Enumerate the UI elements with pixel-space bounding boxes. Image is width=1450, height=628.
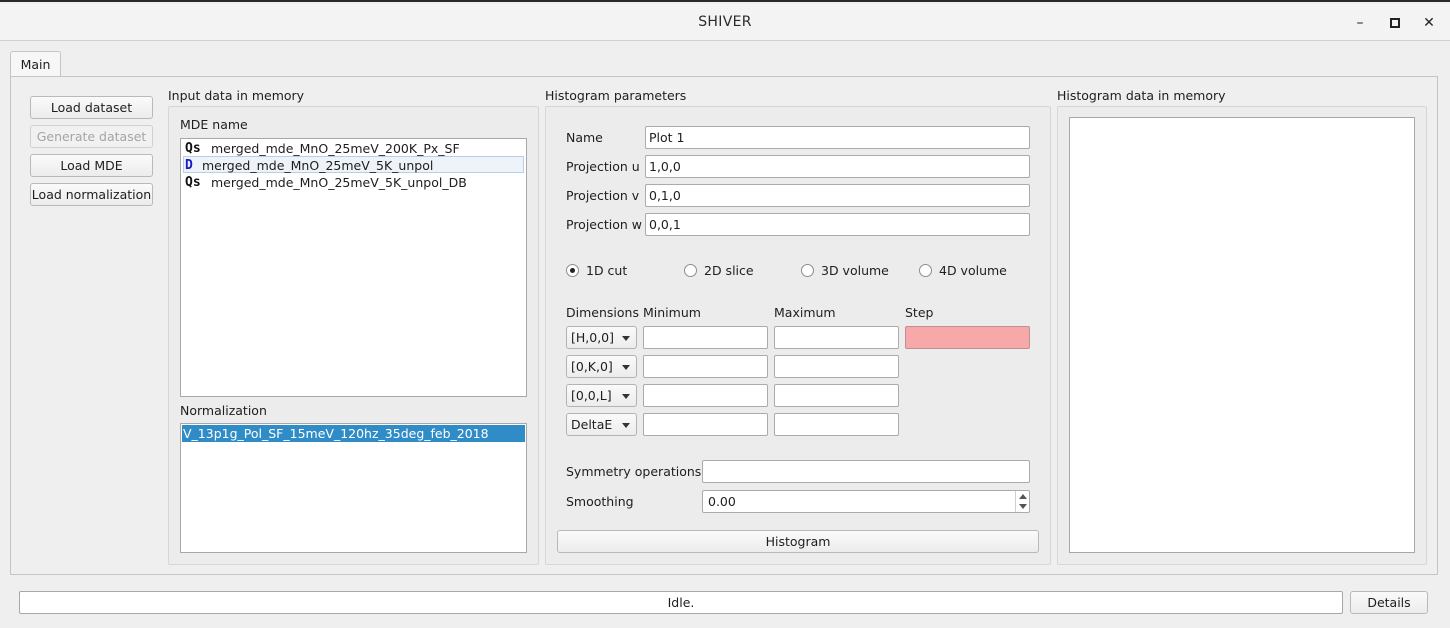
radio-3d-volume[interactable] [801,264,814,277]
radio-3d-volume-label[interactable]: 3D volume [821,263,889,278]
title-bar: SHIVER – ✕ [0,4,1450,41]
mde-list-item[interactable]: Qs merged_mde_MnO_25meV_200K_Px_SF [183,140,524,157]
histogram-data-title: Histogram data in memory [1057,88,1226,103]
projection-v-label: Projection v [566,188,640,203]
load-mde-button[interactable]: Load MDE [30,154,153,177]
mde-item-label: merged_mde_MnO_25meV_5K_unpol_DB [211,175,467,190]
dimension-1-max-field[interactable] [774,326,899,349]
dimension-1-value: [H,0,0] [571,330,615,345]
step-header: Step [905,305,934,320]
dimensions-header: Dimensions [566,305,639,320]
mde-name-label: MDE name [180,117,248,132]
histogram-data-list[interactable] [1069,117,1415,553]
normalization-item-label: V_13p1g_Pol_SF_15meV_120hz_35deg_feb_201… [183,426,489,441]
window-title: SHIVER [698,14,752,30]
dimension-2-value: [0,K,0] [571,359,613,374]
dimension-4-max-field[interactable] [774,413,899,436]
dimension-4-select[interactable]: DeltaE [566,413,637,436]
dimension-2-select[interactable]: [0,K,0] [566,355,637,378]
chevron-down-icon [622,336,630,341]
chevron-down-icon [622,394,630,399]
symmetry-operations-label: Symmetry operations [566,464,702,479]
dimension-4-value: DeltaE [571,417,613,432]
radio-4d-volume[interactable] [919,264,932,277]
dimension-3-select[interactable]: [0,0,L] [566,384,637,407]
projection-u-field[interactable]: 1,0,0 [645,155,1030,178]
chevron-down-icon [622,423,630,428]
radio-4d-volume-label[interactable]: 4D volume [939,263,1007,278]
dimension-4-min-field[interactable] [643,413,768,436]
spin-down-icon[interactable] [1019,504,1027,509]
radio-1d-cut-label[interactable]: 1D cut [586,263,627,278]
symmetry-operations-field[interactable] [702,460,1030,483]
main-window: SHIVER – ✕ Main Load dataset Generate da… [0,0,1450,628]
spin-up-icon[interactable] [1019,494,1027,499]
smoothing-label: Smoothing [566,494,634,509]
dimension-1-select[interactable]: [H,0,0] [566,326,637,349]
minimize-icon[interactable]: – [1349,12,1371,34]
tab-main[interactable]: Main [10,51,61,77]
projection-u-label: Projection u [566,159,640,174]
qs-workspace-icon: Qs [185,141,201,156]
mde-item-label: merged_mde_MnO_25meV_200K_Px_SF [211,141,460,156]
normalization-label: Normalization [180,403,267,418]
radio-1d-cut[interactable] [566,264,579,277]
name-label: Name [566,130,603,145]
load-dataset-button[interactable]: Load dataset [30,96,153,119]
mde-list[interactable]: Qs merged_mde_MnO_25meV_200K_Px_SF D mer… [180,138,527,397]
smoothing-value: 0.00 [708,494,736,509]
maximize-icon[interactable] [1384,12,1406,34]
details-button[interactable]: Details [1350,591,1428,614]
mde-list-item[interactable]: Qs merged_mde_MnO_25meV_5K_unpol_DB [183,174,524,191]
dimension-3-min-field[interactable] [643,384,768,407]
radio-2d-slice-label[interactable]: 2D slice [704,263,754,278]
data-workspace-icon: D [185,158,193,173]
status-bar: Idle. [19,591,1343,614]
dimension-3-max-field[interactable] [774,384,899,407]
dimension-2-min-field[interactable] [643,355,768,378]
histogram-parameters-title: Histogram parameters [545,88,687,103]
name-field[interactable]: Plot 1 [645,126,1030,149]
projection-w-label: Projection w [566,217,643,232]
dimension-1-step-field[interactable] [905,326,1030,349]
histogram-button[interactable]: Histogram [557,530,1039,553]
maximize-square-icon [1390,18,1400,28]
close-icon[interactable]: ✕ [1418,12,1440,34]
generate-dataset-button[interactable]: Generate dataset [30,125,153,148]
maximum-header: Maximum [774,305,836,320]
projection-w-field[interactable]: 0,0,1 [645,213,1030,236]
projection-v-field[interactable]: 0,1,0 [645,184,1030,207]
normalization-list-item[interactable]: V_13p1g_Pol_SF_15meV_120hz_35deg_feb_201… [182,425,525,442]
chevron-down-icon [622,365,630,370]
radio-2d-slice[interactable] [684,264,697,277]
mde-list-item[interactable]: D merged_mde_MnO_25meV_5K_unpol [183,156,524,173]
dimension-2-max-field[interactable] [774,355,899,378]
spin-buttons [1015,491,1029,512]
dimension-1-min-field[interactable] [643,326,768,349]
load-normalization-button[interactable]: Load normalization [30,183,153,206]
normalization-list[interactable]: V_13p1g_Pol_SF_15meV_120hz_35deg_feb_201… [180,423,527,553]
qs-workspace-icon: Qs [185,175,201,190]
input-data-title: Input data in memory [168,88,305,103]
dimension-3-value: [0,0,L] [571,388,612,403]
minimum-header: Minimum [643,305,701,320]
mde-item-label: merged_mde_MnO_25meV_5K_unpol [202,158,434,173]
smoothing-spinbox[interactable]: 0.00 [702,490,1030,513]
